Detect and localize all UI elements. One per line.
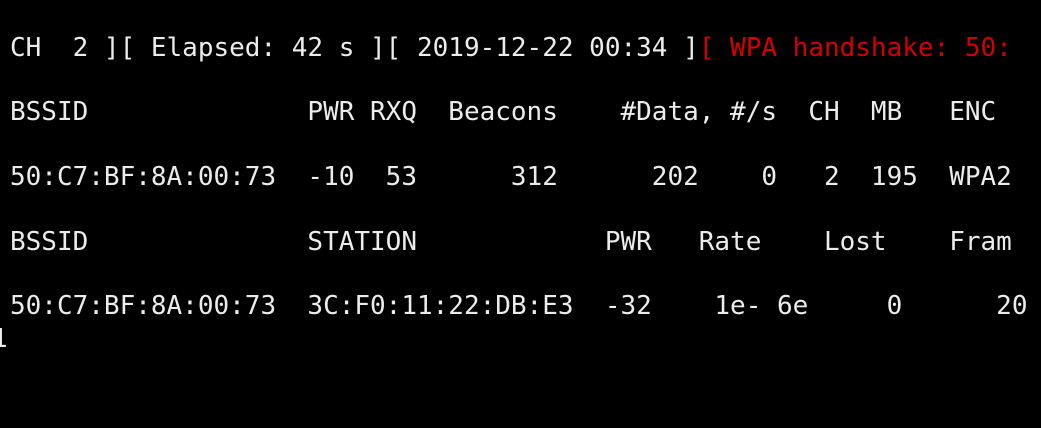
ap-table-row: 50:C7:BF:8A:00:73 -10 53 312 202 0 2 195… [10,162,1012,192]
terminal-window: CH 2 ][ Elapsed: 42 s ][ 2019-12-22 00:3… [0,0,1041,428]
wpa-handshake-alert: [ WPA handshake: 50: [698,33,1012,63]
wrapped-overflow-char: 1 [0,324,8,354]
status-channel-elapsed: CH 2 ][ Elapsed: 42 s ][ 2019-12-22 00:3… [10,33,699,63]
status-line: CH 2 ][ Elapsed: 42 s ][ 2019-12-22 00:3… [10,33,1012,63]
station-table-header: BSSID STATION PWR Rate Lost Fram [10,227,1012,257]
ap-table-header: BSSID PWR RXQ Beacons #Data, #/s CH MB E… [10,97,997,127]
station-table-row: 50:C7:BF:8A:00:73 3C:F0:11:22:DB:E3 -32 … [10,291,1028,321]
